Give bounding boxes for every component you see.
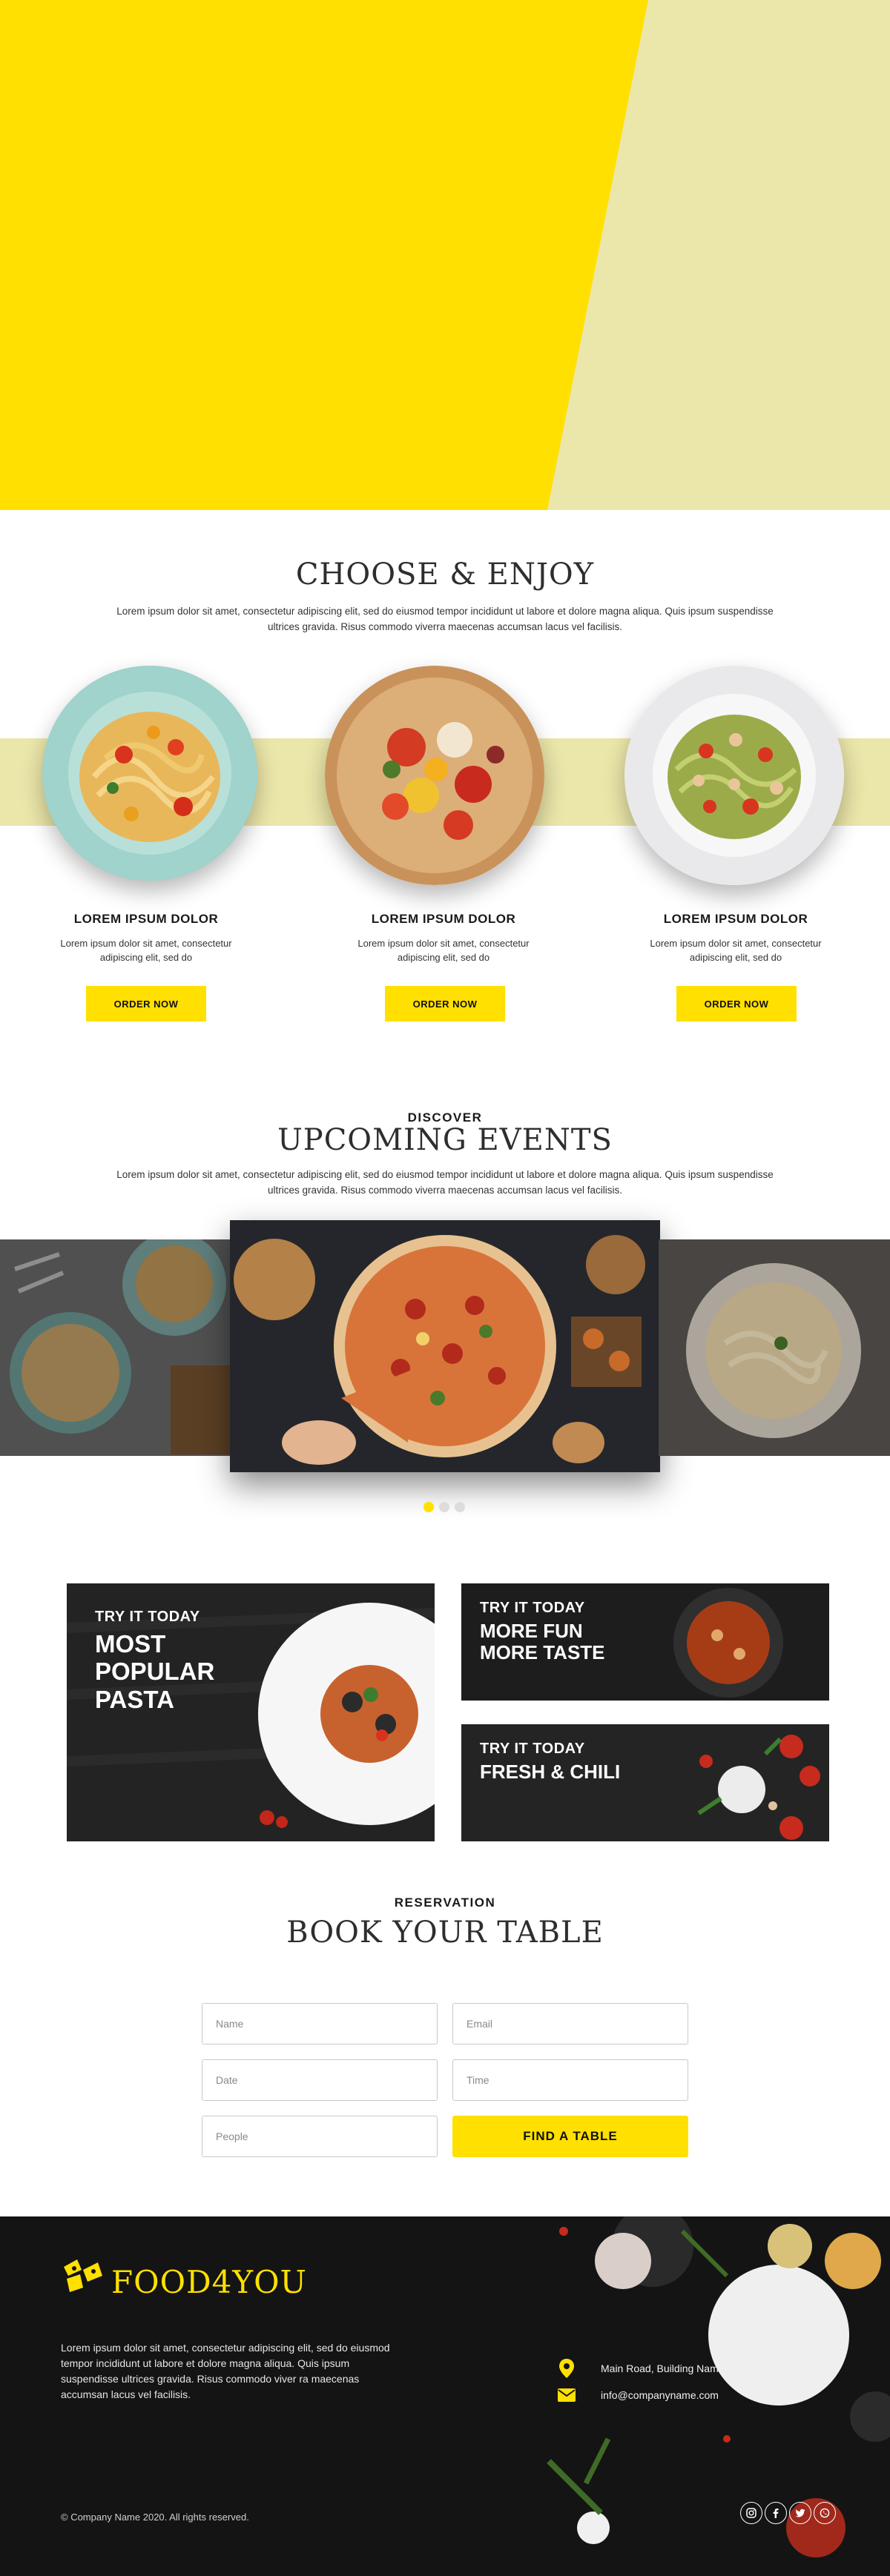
slider-dot-2[interactable]: [439, 1502, 449, 1512]
reservation-title: Book Your Table: [286, 1916, 604, 1950]
reservation-kicker: RESERVATION: [394, 1895, 496, 1910]
order-now-button-2[interactable]: ORDER NOW: [385, 986, 505, 1022]
dish-name-3: LOREM IPSUM DOLOR: [663, 912, 808, 926]
slider-dot-1[interactable]: [423, 1502, 434, 1512]
dish-desc-3: Lorem ipsum dolor sit amet, consectetur …: [650, 938, 822, 963]
copyright: © Company Name 2020. All rights reserved…: [61, 2512, 249, 2523]
choose-lead: Lorem ipsum dolor sit amet, consectetur …: [116, 606, 774, 632]
dish-name-2: LOREM IPSUM DOLOR: [371, 912, 516, 926]
logo-icon: [64, 2259, 102, 2292]
date-field[interactable]: [202, 2059, 438, 2101]
dish-image-zoodles: [624, 666, 844, 885]
promo-kicker-1: TRY IT TODAY: [95, 1609, 200, 1625]
find-table-button[interactable]: FIND A TABLE: [452, 2116, 688, 2157]
order-now-button-3[interactable]: ORDER NOW: [676, 986, 797, 1022]
promo-title-2: MORE FUN MORE TASTE: [480, 1620, 605, 1664]
promo-kicker-3: TRY IT TODAY: [480, 1741, 585, 1757]
footer-address-text: Main Road, Building Name, Country: [601, 2363, 767, 2374]
footer: FOOD4YOU Lorem ipsum dolor sit amet, con…: [0, 2216, 890, 2576]
events-title: Upcoming Events: [277, 1123, 613, 1157]
map-pin-icon: [559, 2359, 574, 2378]
dish-image-pasta: [42, 666, 257, 881]
dish-desc-1: Lorem ipsum dolor sit amet, consectetur …: [60, 938, 232, 963]
brand-logo[interactable]: FOOD4YOU: [111, 2264, 307, 2300]
footer-email-text[interactable]: info@companyname.com: [601, 2389, 719, 2401]
mail-icon: [558, 2388, 576, 2402]
name-field[interactable]: [202, 2003, 438, 2044]
promo-kicker-2: TRY IT TODAY: [480, 1600, 585, 1616]
events-lead: Lorem ipsum dolor sit amet, consectetur …: [116, 1169, 774, 1196]
promo-more-fun[interactable]: TRY IT TODAY MORE FUN MORE TASTE: [461, 1583, 829, 1701]
dish-name-1: LOREM IPSUM DOLOR: [73, 912, 219, 926]
time-field[interactable]: [452, 2059, 688, 2101]
event-slide-prev[interactable]: [0, 1239, 231, 1456]
slider-dot-3[interactable]: [455, 1502, 465, 1512]
hero-banner: [0, 0, 890, 510]
promo-fresh-chili[interactable]: TRY IT TODAY FRESH & CHILI: [461, 1724, 829, 1841]
footer-email: info@companyname.com: [558, 2388, 719, 2402]
promo-title-1: MOST POPULAR PASTA: [95, 1630, 215, 1713]
promo-title-3: FRESH & CHILI: [480, 1761, 621, 1783]
instagram-icon[interactable]: [740, 2502, 762, 2524]
email-field[interactable]: [452, 2003, 688, 2044]
hero-yellow-panel: [0, 0, 648, 510]
footer-description: Lorem ipsum dolor sit amet, consectetur …: [61, 2342, 390, 2400]
facebook-icon[interactable]: [765, 2502, 787, 2524]
dish-image-bruschetta: [325, 666, 544, 885]
event-slide-active[interactable]: [230, 1220, 660, 1472]
twitter-icon[interactable]: [789, 2502, 811, 2524]
footer-address: Main Road, Building Name, Country: [558, 2358, 766, 2379]
choose-title: Choose & Enjoy: [295, 557, 595, 592]
whatsapp-icon[interactable]: [814, 2502, 836, 2524]
order-now-button-1[interactable]: ORDER NOW: [86, 986, 206, 1022]
people-field[interactable]: [202, 2116, 438, 2157]
dish-desc-2: Lorem ipsum dolor sit amet, consectetur …: [357, 938, 530, 963]
event-slide-next[interactable]: [659, 1239, 890, 1456]
promo-popular-pasta[interactable]: TRY IT TODAY MOST POPULAR PASTA: [67, 1583, 435, 1841]
